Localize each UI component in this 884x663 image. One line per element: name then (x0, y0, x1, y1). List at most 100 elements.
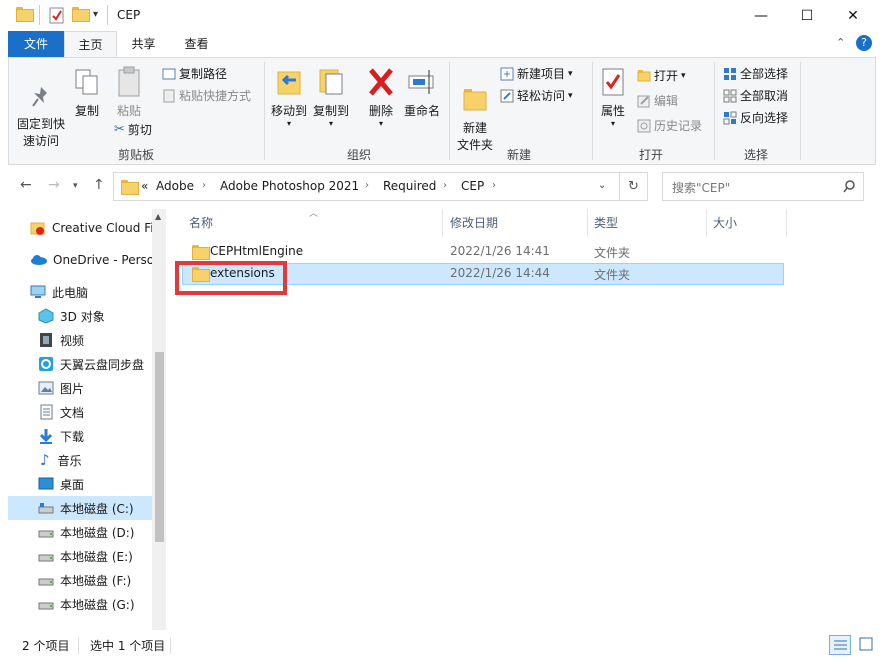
title-bar: ▾ CEP — ☐ ✕ (0, 0, 884, 31)
copy-to-button[interactable]: 复制到 ▾ (311, 66, 351, 128)
folder-icon (16, 7, 34, 25)
divider (592, 62, 593, 160)
up-arrow-icon[interactable]: ↑ (93, 177, 105, 193)
nav-item-drive-c[interactable]: 本地磁盘 (C:) (8, 496, 152, 520)
navpane-scrollbar[interactable]: ▲ (152, 209, 166, 630)
refresh-button[interactable]: ↻ (619, 172, 648, 201)
tab-file[interactable]: 文件 (8, 31, 64, 57)
tab-home[interactable]: 主页 (64, 31, 117, 57)
divider (714, 62, 715, 160)
large-icons-view-button[interactable] (856, 635, 878, 655)
copy-button[interactable]: 复制 (71, 68, 103, 120)
divider[interactable] (706, 209, 707, 237)
nav-item-3d-objects[interactable]: 3D 对象 (38, 304, 166, 328)
tab-share[interactable]: 共享 (117, 31, 170, 57)
column-header-date[interactable]: 修改日期 (450, 214, 498, 231)
copy-to-label: 复制到 (312, 104, 349, 118)
scrollbar-thumb[interactable] (155, 352, 164, 542)
table-row[interactable]: CEPHtmlEngine 2022/1/26 14:41 文件夹 (182, 241, 784, 263)
chevron-right-icon[interactable]: › (365, 180, 369, 191)
maximize-button[interactable]: ☐ (784, 0, 830, 31)
collapse-ribbon-icon[interactable]: ⌃ (836, 36, 845, 49)
back-arrow-icon[interactable]: ← (20, 177, 32, 193)
nav-item-desktop[interactable]: 桌面 (38, 472, 166, 496)
column-header-type[interactable]: 类型 (594, 214, 618, 231)
nav-item-creative-cloud[interactable]: Creative Cloud Fi (30, 216, 166, 240)
nav-item-documents[interactable]: 文档 (38, 400, 166, 424)
breadcrumb-cep[interactable]: CEP (461, 179, 484, 193)
forward-arrow-icon[interactable]: → (48, 177, 60, 193)
divider[interactable] (786, 209, 787, 237)
history-button[interactable]: 历史记录 (637, 117, 702, 134)
breadcrumb-required[interactable]: Required (383, 179, 436, 193)
nav-item-music[interactable]: ♪ 音乐 (38, 448, 166, 472)
drive-icon (38, 503, 54, 514)
cut-button[interactable]: ✂ 剪切 (114, 121, 152, 138)
open-button[interactable]: 打开 ▾ (637, 67, 686, 84)
scroll-up-arrow-icon[interactable]: ▲ (155, 212, 161, 221)
properties-check-icon[interactable] (49, 7, 65, 25)
invert-selection-button[interactable]: 反向选择 (723, 109, 788, 126)
address-bar[interactable]: « Adobe › Adobe Photoshop 2021 › Require… (113, 172, 645, 201)
chevron-right-icon[interactable]: › (202, 180, 206, 191)
column-header-name[interactable]: 名称 (189, 214, 213, 231)
new-item-icon (500, 67, 514, 80)
easy-access-label: 轻松访问 (517, 89, 566, 103)
pin-quick-access-button[interactable]: 固定到快 速访问 (15, 68, 67, 167)
nav-item-downloads[interactable]: 下载 (38, 424, 166, 448)
file-date: 2022/1/26 14:41 (450, 244, 550, 258)
address-dropdown-icon[interactable]: ⌄ (598, 180, 606, 191)
nav-item-label: 此电脑 (52, 285, 89, 300)
divider[interactable] (442, 209, 443, 237)
help-icon[interactable]: ? (856, 35, 872, 51)
chevron-right-icon[interactable]: › (492, 180, 496, 191)
breadcrumb-photoshop[interactable]: Adobe Photoshop 2021 (220, 179, 359, 193)
paste-shortcut-button[interactable]: 粘贴快捷方式 (162, 87, 251, 104)
nav-item-drive-e[interactable]: 本地磁盘 (E:) (38, 544, 166, 568)
open-label: 打开 (654, 69, 679, 83)
new-folder-button[interactable]: 新建 文件夹 (455, 66, 495, 171)
breadcrumb-overflow[interactable]: « (141, 179, 148, 193)
column-header-size[interactable]: 大小 (713, 214, 737, 231)
chevron-right-icon[interactable]: › (443, 180, 447, 191)
search-placeholder: 搜索"CEP" (672, 181, 731, 195)
customize-quick-access-icon[interactable]: ▾ (93, 9, 98, 27)
nav-item-onedrive[interactable]: OneDrive - Perso (30, 248, 166, 272)
edit-button[interactable]: 编辑 (637, 92, 678, 109)
paste-button[interactable]: 粘贴 (113, 66, 145, 120)
move-to-label: 移动到 (270, 104, 307, 118)
divider[interactable] (587, 209, 588, 237)
dropdown-arrow-icon: ▾ (286, 119, 291, 128)
nav-item-label: 图片 (60, 381, 85, 396)
nav-item-label: 本地磁盘 (C:) (60, 501, 134, 516)
copy-label: 复制 (74, 104, 99, 118)
search-input[interactable]: 搜索"CEP" (662, 172, 864, 201)
nav-item-videos[interactable]: 视频 (38, 328, 166, 352)
minimize-button[interactable]: — (738, 0, 784, 31)
select-none-button[interactable]: 全部取消 (723, 87, 788, 104)
tab-view[interactable]: 查看 (170, 31, 223, 57)
select-all-button[interactable]: 全部选择 (723, 65, 788, 82)
nav-item-drive-d[interactable]: 本地磁盘 (D:) (38, 520, 166, 544)
delete-button[interactable]: 删除 ▾ (363, 66, 399, 128)
new-folder-quick-icon[interactable] (72, 7, 90, 25)
dropdown-arrow-icon: ▾ (681, 70, 686, 81)
new-item-label: 新建项目 (517, 67, 566, 81)
recent-locations-icon[interactable]: ▾ (73, 181, 78, 191)
move-to-button[interactable]: 移动到 ▾ (269, 66, 309, 128)
properties-button[interactable]: 属性 ▾ (595, 66, 631, 128)
nav-item-this-pc[interactable]: 此电脑 (30, 280, 166, 304)
rename-button[interactable]: 重命名 (402, 66, 442, 120)
easy-access-button[interactable]: 轻松访问 ▾ (500, 87, 573, 104)
nav-item-drive-g[interactable]: 本地磁盘 (G:) (38, 592, 166, 616)
nav-item-cloud-sync[interactable]: 天翼云盘同步盘 (38, 352, 166, 376)
nav-item-drive-f[interactable]: 本地磁盘 (F:) (38, 568, 166, 592)
edit-label: 编辑 (654, 94, 679, 108)
rename-label: 重命名 (403, 104, 440, 118)
new-item-button[interactable]: 新建项目 ▾ (500, 65, 573, 82)
close-button[interactable]: ✕ (830, 0, 876, 31)
copy-path-button[interactable]: 复制路径 (162, 65, 227, 82)
breadcrumb-adobe[interactable]: Adobe (156, 179, 194, 193)
nav-item-pictures[interactable]: 图片 (38, 376, 166, 400)
details-view-button[interactable] (829, 635, 851, 655)
